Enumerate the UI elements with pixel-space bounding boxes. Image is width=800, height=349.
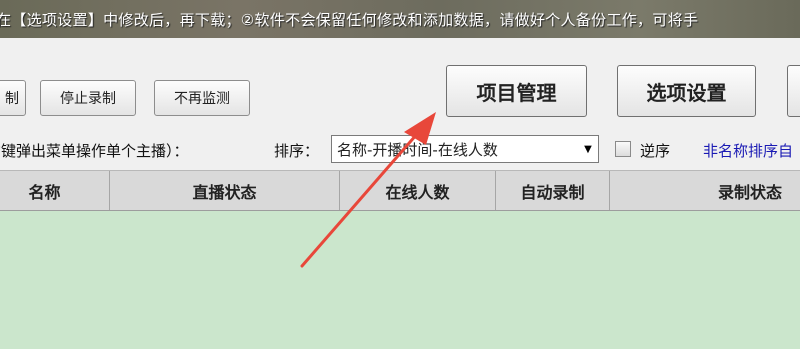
reverse-order-checkbox[interactable] bbox=[615, 141, 631, 157]
reverse-order-label: 逆序 bbox=[640, 142, 671, 160]
column-header-live-status[interactable]: 直播状态 bbox=[110, 171, 340, 210]
sort-select-value: 名称-开播时间-在线人数 bbox=[337, 140, 498, 159]
notice-bar: 在【选项设置】中修改后，再下载；②软件不会保留任何修改和添加数据，请做好个人备份… bbox=[0, 0, 800, 38]
context-menu-hint: 右键弹出菜单操作单个主播）： bbox=[0, 142, 189, 160]
table-header: 名称 直播状态 在线人数 自动录制 录制状态 bbox=[0, 170, 800, 211]
stop-monitor-button[interactable]: 不再监测 bbox=[154, 80, 250, 116]
sort-label: 排序： bbox=[274, 142, 320, 160]
streamer-list[interactable] bbox=[0, 211, 800, 349]
options-button[interactable]: 选项设置 bbox=[617, 65, 756, 117]
start-record-button[interactable]: 制 bbox=[0, 80, 26, 116]
toolbar: 制 停止录制 不再监测 项目管理 选项设置 右键弹出菜单操作单个主播）： 排序：… bbox=[0, 38, 800, 170]
column-header-online-count[interactable]: 在线人数 bbox=[340, 171, 496, 210]
non-name-sort-link[interactable]: 非名称排序自 bbox=[703, 140, 793, 161]
project-manage-button[interactable]: 项目管理 bbox=[446, 65, 587, 117]
notice-text: 在【选项设置】中修改后，再下载；②软件不会保留任何修改和添加数据，请做好个人备份… bbox=[0, 11, 699, 29]
sort-select[interactable]: 名称-开播时间-在线人数 ▼ bbox=[331, 135, 599, 163]
chevron-down-icon[interactable]: ▼ bbox=[578, 144, 598, 155]
column-header-record-status[interactable]: 录制状态 bbox=[610, 171, 800, 210]
more-button[interactable] bbox=[787, 65, 800, 117]
column-header-name[interactable]: 名称 bbox=[0, 171, 110, 210]
stop-record-button[interactable]: 停止录制 bbox=[40, 80, 136, 116]
column-header-auto-record[interactable]: 自动录制 bbox=[496, 171, 610, 210]
